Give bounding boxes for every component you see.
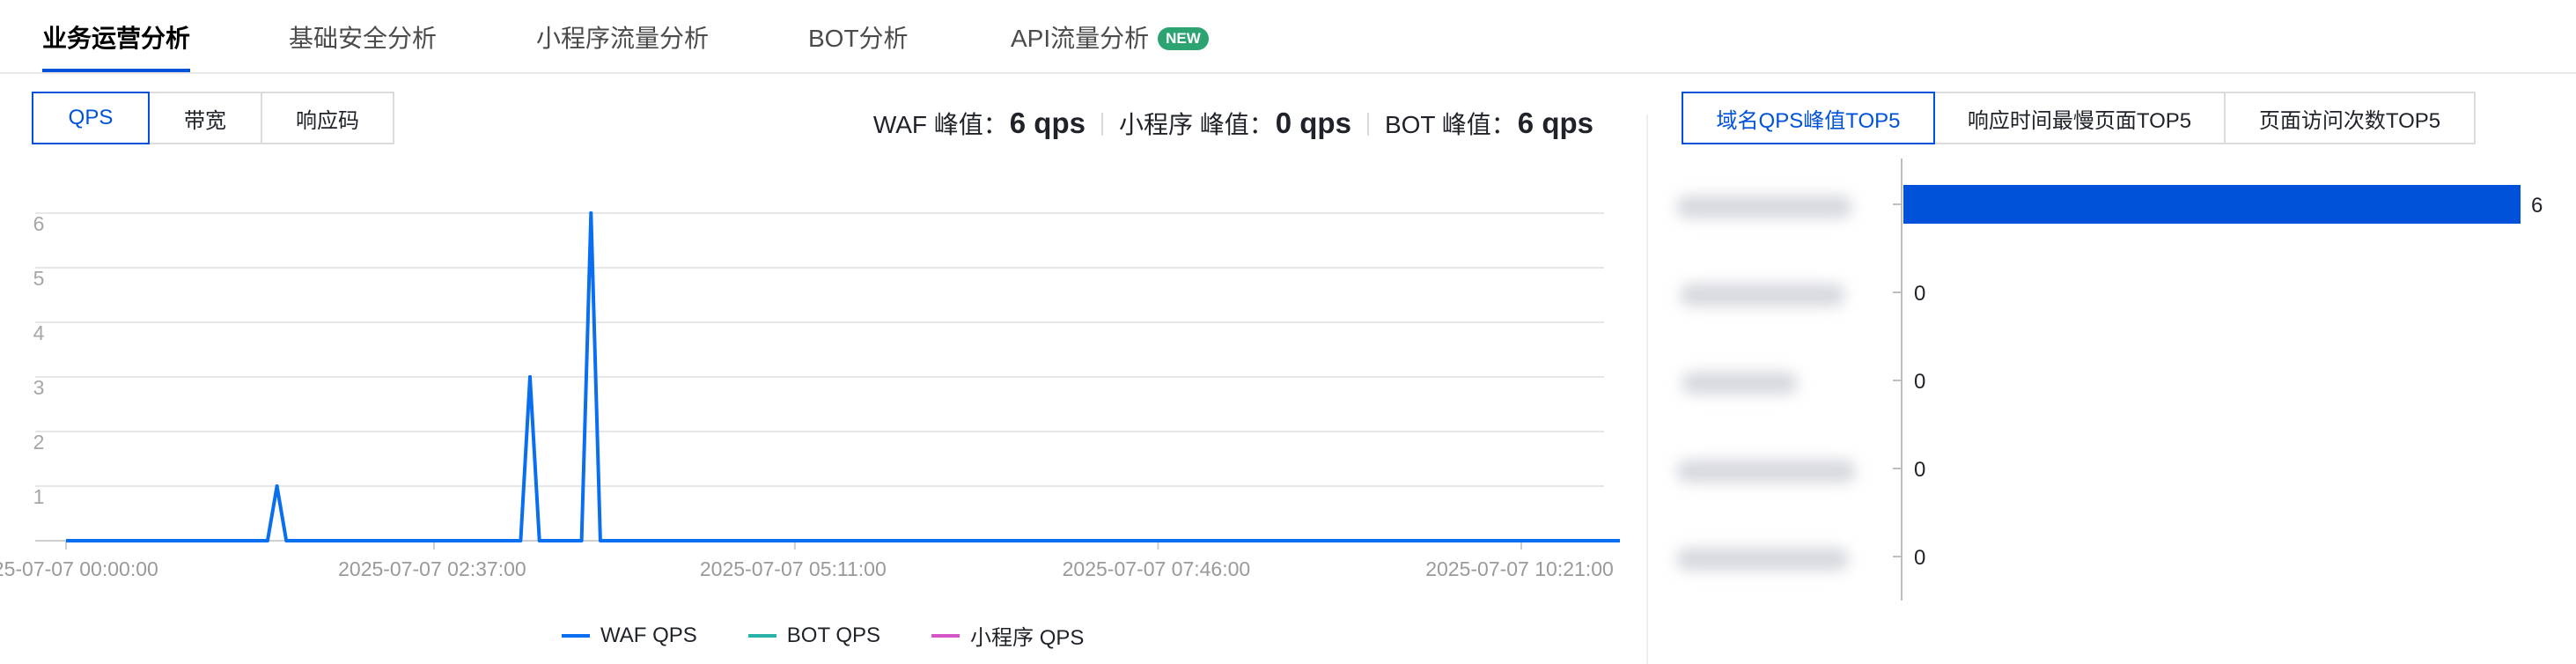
legend-label: 小程序 QPS xyxy=(970,626,1085,650)
y-tick-label: 2 xyxy=(33,431,45,454)
tab-label: 基础安全分析 xyxy=(289,25,438,52)
x-tick-label: 2025-07-07 10:21:00 xyxy=(1425,557,1614,580)
tab-bot-analysis[interactable]: BOT分析 xyxy=(808,23,909,55)
new-badge: NEW xyxy=(1158,27,1209,50)
active-tab-underline xyxy=(42,69,191,72)
tab-slowest-pages-top5[interactable]: 响应时间最慢页面TOP5 xyxy=(1933,92,2226,144)
panel-divider xyxy=(1646,114,1648,664)
peak-summary: WAF 峰值： 6 qps 小程序 峰值： 0 qps BOT 峰值： 6 qp… xyxy=(873,106,1593,141)
y-tick-label: 5 xyxy=(33,267,45,290)
bar xyxy=(1903,185,2521,224)
metric-tab-label: QPS xyxy=(68,106,114,129)
bar-value-label: 0 xyxy=(1914,282,1925,306)
chart-legend: WAF QPS BOT QPS 小程序 QPS xyxy=(562,620,1135,651)
legend-label: BOT QPS xyxy=(786,623,881,647)
tab-page-visits-top5[interactable]: 页面访问次数TOP5 xyxy=(2224,92,2476,144)
legend-swatch xyxy=(562,633,590,638)
legend-item-bot[interactable]: BOT QPS xyxy=(747,620,881,651)
tab-basic-security[interactable]: 基础安全分析 xyxy=(289,23,437,55)
bar-value-label: 0 xyxy=(1914,458,1925,482)
mini-peak-value: 0 qps xyxy=(1275,107,1351,139)
bot-peak-label: BOT 峰值： xyxy=(1384,111,1516,138)
legend-item-waf[interactable]: WAF QPS xyxy=(562,620,697,651)
tab-api-traffic[interactable]: API流量分析 NEW xyxy=(1011,23,1209,55)
tab-label: 小程序流量分析 xyxy=(536,25,710,52)
y-tick-label: 3 xyxy=(33,376,45,399)
x-tick-label: 2025-07-07 05:11:00 xyxy=(700,557,887,580)
metric-tab-response-code[interactable]: 响应码 xyxy=(261,92,394,144)
metric-tab-qps[interactable]: QPS xyxy=(32,92,150,144)
metric-tab-label: 带宽 xyxy=(184,108,226,133)
qps-line-chart[interactable]: 1 2 3 4 5 6 2025-07-07 00:00:00 2025-07-07 02:3… xyxy=(0,176,1620,599)
y-tick-label: 1 xyxy=(33,485,45,508)
data-point xyxy=(275,484,279,488)
x-tick-label: 2025-07-07 00:00:00 xyxy=(0,557,158,580)
tab-label: API流量分析 xyxy=(1011,25,1150,52)
legend-item-miniprogram[interactable]: 小程序 QPS xyxy=(931,620,1084,651)
waf-peak-value: 6 qps xyxy=(1009,107,1086,139)
data-point xyxy=(589,211,593,215)
bar-value-label: 6 xyxy=(2531,194,2543,218)
waf-peak-label: WAF 峰值： xyxy=(872,111,1008,138)
legend-swatch xyxy=(931,633,960,638)
domain-qps-bar-chart[interactable]: 6 0 0 0 0 xyxy=(1664,159,2576,608)
rtab-label: 响应时间最慢页面TOP5 xyxy=(1967,108,2192,133)
tab-business-operations[interactable]: 业务运营分析 xyxy=(42,23,191,72)
top-tab-bar: 业务运营分析 基础安全分析 小程序流量分析 BOT分析 API流量分析 NEW xyxy=(0,0,2576,74)
rtab-label: 域名QPS峰值TOP5 xyxy=(1716,108,1901,133)
bot-peak-value: 6 qps xyxy=(1517,107,1593,139)
tab-domain-qps-top5[interactable]: 域名QPS峰值TOP5 xyxy=(1682,92,1935,144)
metric-tab-bandwidth[interactable]: 带宽 xyxy=(148,92,262,144)
y-tick-label: 4 xyxy=(33,321,45,344)
tab-label: 业务运营分析 xyxy=(42,25,191,52)
mini-peak-label: 小程序 峰值： xyxy=(1118,111,1274,138)
y-tick-label: 6 xyxy=(33,212,45,235)
bar-value-label: 0 xyxy=(1914,370,1925,394)
rtab-label: 页面访问次数TOP5 xyxy=(2258,108,2441,133)
tab-label: BOT分析 xyxy=(808,25,909,52)
data-point xyxy=(528,375,533,379)
legend-label: WAF QPS xyxy=(600,623,697,647)
peak-separator xyxy=(1366,113,1369,136)
metric-tab-label: 响应码 xyxy=(296,108,359,133)
tab-miniprogram-traffic[interactable]: 小程序流量分析 xyxy=(536,23,709,55)
bar-value-label: 0 xyxy=(1914,546,1925,570)
legend-swatch xyxy=(747,633,776,638)
x-tick-label: 2025-07-07 07:46:00 xyxy=(1063,557,1251,580)
peak-separator xyxy=(1100,113,1103,136)
x-tick-label: 2025-07-07 02:37:00 xyxy=(338,557,526,580)
